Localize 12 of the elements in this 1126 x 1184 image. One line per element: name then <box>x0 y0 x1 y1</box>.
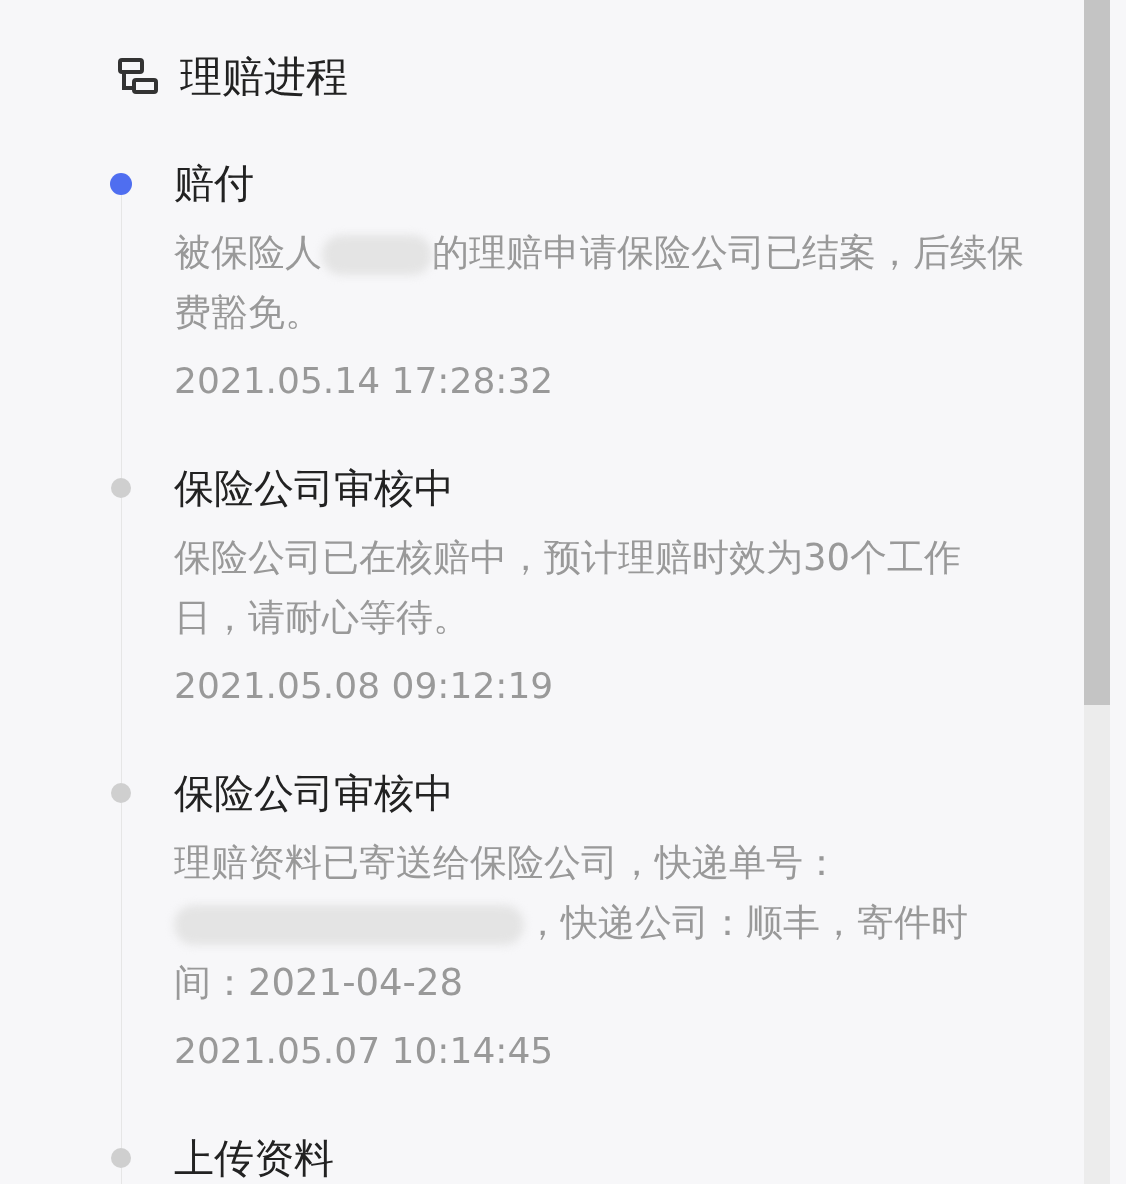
step-description: 理赔资料已寄送给保险公司，快递单号： ，快递公司：顺丰，寄件时间：2021-04-28 <box>174 840 969 1006</box>
step-description: 被保险人 的理赔申请保险公司已结案，后续保费豁免。 <box>174 230 1025 336</box>
step-title: 上传资料 <box>174 1134 335 1183</box>
step-time: 2021.05.07 10:14:45 <box>174 1029 555 1073</box>
step-title: 保险公司审核中 <box>174 464 455 513</box>
step-title: 赔付 <box>174 159 255 208</box>
step-time: 2021.05.14 17:28:32 <box>174 359 555 403</box>
step-description: 保险公司已在核赔中，预计理赔时效为30个工作日，请耐心等待。 <box>174 535 963 641</box>
scrollbar-thumb[interactable] <box>1084 0 1110 705</box>
step-time: 2021.05.08 09:12:19 <box>174 664 555 708</box>
step-title: 保险公司审核中 <box>174 769 455 818</box>
page-title: 理赔进程 <box>180 51 348 103</box>
